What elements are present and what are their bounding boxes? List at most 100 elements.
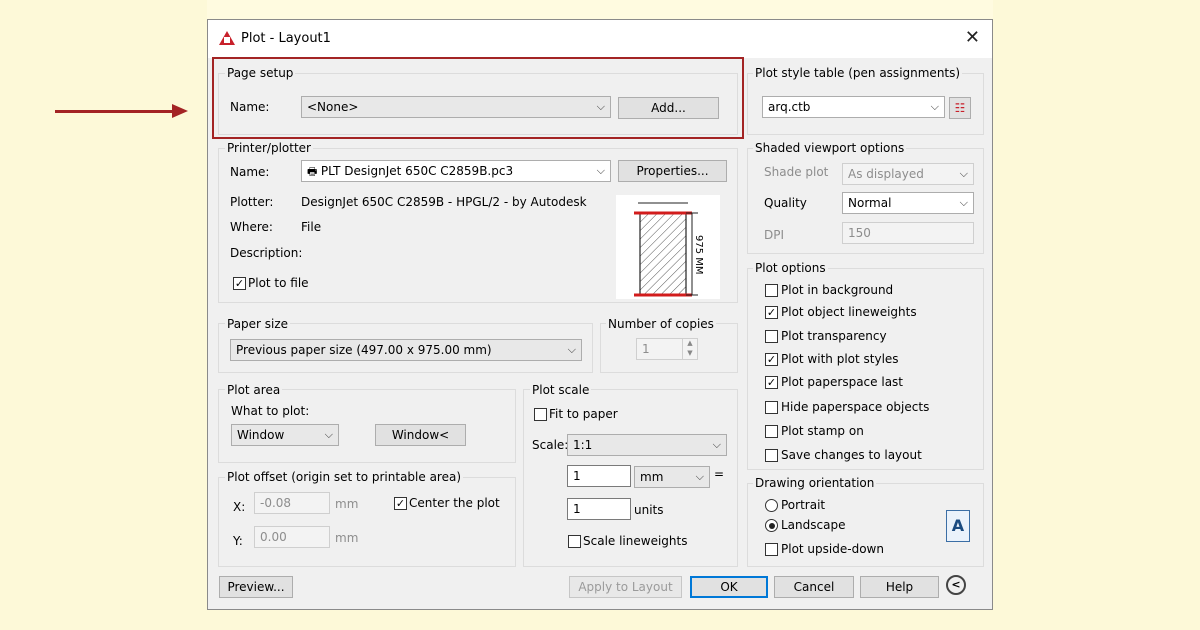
dialog-title: Plot - Layout1 [241, 31, 331, 46]
chevron-down-icon: ⌵ [959, 167, 968, 180]
offset-x-input[interactable]: -0.08 [254, 492, 330, 514]
offset-y-value: 0.00 [260, 530, 287, 544]
apply-to-layout-button[interactable]: Apply to Layout [569, 576, 682, 598]
what-to-plot-value: Window [237, 428, 285, 442]
printer-name-value: PLT DesignJet 650C C2859B.pc3 [320, 164, 514, 178]
shade-plot-label: Shade plot [764, 165, 829, 179]
offset-x-value: -0.08 [260, 496, 292, 510]
collapse-options-icon[interactable]: < [946, 575, 966, 595]
plot-to-file-checkbox[interactable]: ✓ [233, 277, 246, 290]
plot-option-checkbox[interactable] [765, 401, 778, 414]
paper-preview-drawing: 975 MM [634, 202, 704, 297]
close-icon[interactable]: ✕ [965, 27, 980, 48]
window-button[interactable]: Window< [375, 424, 466, 446]
offset-y-input[interactable]: 0.00 [254, 526, 330, 548]
fit-to-paper-label: Fit to paper [549, 407, 618, 421]
plot-area-legend: Plot area [225, 383, 283, 397]
scale-units-label: units [634, 503, 664, 517]
plot-dialog: Plot - Layout1 ✕ Page setup Name: <None>… [207, 19, 993, 610]
plot-option-checkbox[interactable] [765, 330, 778, 343]
properties-button[interactable]: Properties... [618, 160, 727, 182]
preview-button[interactable]: Preview... [219, 576, 293, 598]
copies-stepper[interactable]: ▲ ▼ [682, 338, 697, 360]
where-label: Where: [230, 220, 273, 234]
portrait-radio[interactable] [765, 499, 778, 512]
scale-lineweights-checkbox[interactable] [568, 535, 581, 548]
plot-options-legend: Plot options [753, 261, 828, 275]
plot-upside-down-checkbox[interactable] [765, 543, 778, 556]
help-button[interactable]: Help [860, 576, 939, 598]
chevron-down-icon: ⌵ [567, 343, 576, 356]
plotter-label: Plotter: [230, 195, 274, 209]
plot-option-label: Save changes to layout [781, 448, 922, 462]
plotter-device-icon: 🖶 [307, 165, 321, 178]
what-to-plot-label: What to plot: [231, 404, 310, 418]
scale-select[interactable]: 1:1 ⌵ [567, 434, 727, 456]
background-window-strip [207, 0, 993, 20]
plot-option-checkbox[interactable]: ✓ [765, 353, 778, 366]
plot-option-label: Plot with plot styles [781, 352, 899, 366]
landscape-orientation-icon: A [946, 510, 970, 542]
quality-select[interactable]: Normal ⌵ [842, 192, 974, 214]
shaded-viewport-legend: Shaded viewport options [753, 141, 907, 155]
plot-scale-legend: Plot scale [530, 383, 592, 397]
plot-option-checkbox[interactable] [765, 425, 778, 438]
dpi-value: 150 [848, 226, 871, 240]
copies-value: 1 [642, 342, 650, 356]
scale-unit-select[interactable]: mm ⌵ [634, 466, 710, 488]
copies-legend: Number of copies [606, 317, 716, 331]
printer-plotter-legend: Printer/plotter [225, 141, 313, 155]
plotter-value: DesignJet 650C C2859B - HPGL/2 - by Auto… [301, 195, 587, 209]
drawing-orientation-legend: Drawing orientation [753, 476, 877, 490]
what-to-plot-select[interactable]: Window ⌵ [231, 424, 339, 446]
printer-name-select[interactable]: 🖶 PLT DesignJet 650C C2859B.pc3 ⌵ [301, 160, 611, 182]
chevron-down-icon: ⌵ [324, 428, 333, 441]
plot-option-checkbox[interactable]: ✓ [765, 306, 778, 319]
paper-size-legend: Paper size [225, 317, 291, 331]
plot-upside-down-label: Plot upside-down [781, 542, 884, 556]
chevron-down-icon: ⌵ [695, 470, 704, 483]
offset-x-unit: mm [335, 497, 359, 511]
shade-plot-select[interactable]: As displayed ⌵ [842, 163, 974, 185]
plot-option-checkbox[interactable] [765, 449, 778, 462]
paper-size-value: Previous paper size (497.00 x 975.00 mm) [236, 343, 492, 357]
scale-unit-value: mm [640, 470, 664, 484]
landscape-radio[interactable] [765, 519, 778, 532]
plot-option-checkbox[interactable] [765, 284, 778, 297]
chevron-down-icon: ⌵ [959, 196, 968, 209]
plot-option-checkbox[interactable]: ✓ [765, 376, 778, 389]
plot-option-label: Hide paperspace objects [781, 400, 930, 414]
title-bar: Plot - Layout1 ✕ [208, 20, 992, 58]
paper-dimension-label: 975 MM [693, 235, 704, 275]
plot-style-table-value: arq.ctb [768, 100, 811, 114]
scale-lineweights-label: Scale lineweights [583, 534, 688, 548]
quality-label: Quality [764, 196, 807, 210]
offset-y-unit: mm [335, 531, 359, 545]
portrait-label: Portrait [781, 498, 826, 512]
paper-size-select[interactable]: Previous paper size (497.00 x 975.00 mm)… [230, 339, 582, 361]
plot-offset-group [218, 477, 516, 567]
landscape-label: Landscape [781, 518, 846, 532]
ok-button[interactable]: OK [690, 576, 768, 598]
dpi-input[interactable]: 150 [842, 222, 974, 244]
fit-to-paper-checkbox[interactable] [534, 408, 547, 421]
cancel-button[interactable]: Cancel [774, 576, 854, 598]
plot-to-file-label: Plot to file [248, 276, 309, 290]
center-plot-label: Center the plot [409, 496, 500, 510]
plot-options-group [747, 268, 984, 470]
plot-style-table-legend: Plot style table (pen assignments) [753, 66, 963, 80]
scale-drawing-units-input[interactable]: 1 [567, 498, 631, 520]
chevron-down-icon: ⌵ [930, 100, 939, 113]
scale-value: 1:1 [573, 438, 593, 452]
offset-x-label: X: [233, 500, 246, 514]
plot-option-label: Plot object lineweights [781, 305, 917, 319]
plot-option-label: Plot stamp on [781, 424, 864, 438]
quality-value: Normal [848, 196, 892, 210]
scale-label: Scale: [532, 438, 569, 452]
scale-paper-units-input[interactable]: 1 [567, 465, 631, 487]
center-plot-checkbox[interactable]: ✓ [394, 497, 407, 510]
annotation-arrow [55, 110, 173, 113]
where-value: File [301, 220, 322, 234]
plot-style-table-select[interactable]: arq.ctb ⌵ [762, 96, 945, 118]
edit-style-table-icon[interactable]: ☷ [949, 97, 971, 119]
